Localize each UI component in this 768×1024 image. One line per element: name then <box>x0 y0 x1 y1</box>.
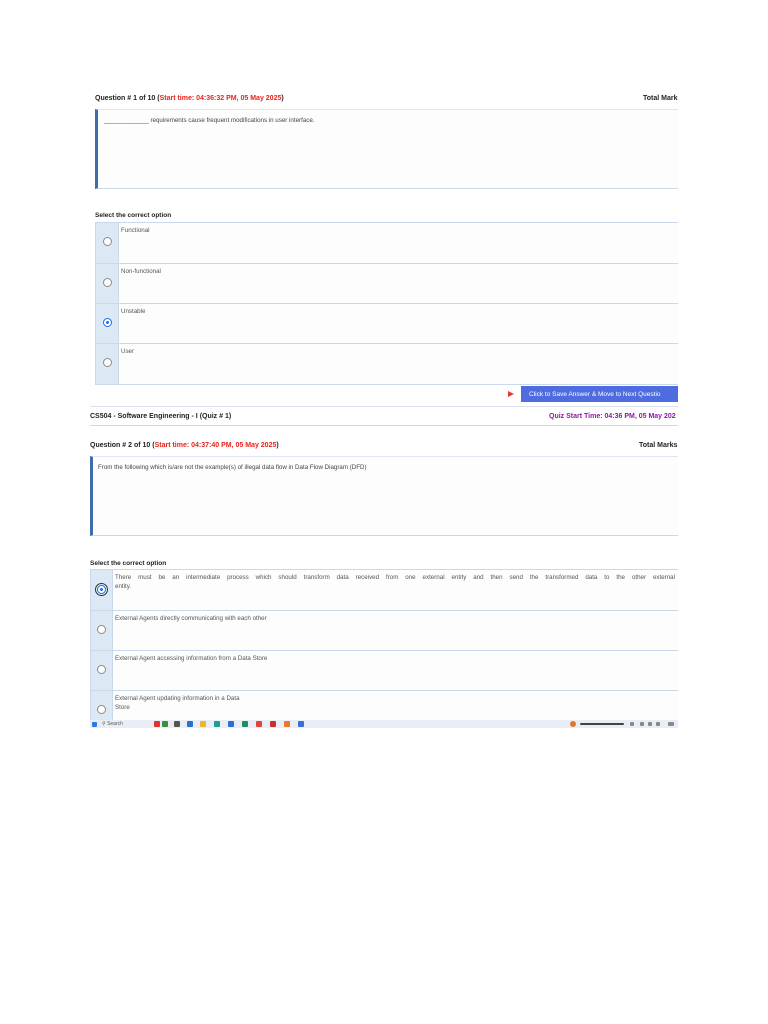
battery-icon[interactable] <box>656 722 660 726</box>
question-2-header: Question # 2 of 10 (Start time: 04:37:40… <box>90 442 279 449</box>
question-2-start-time: Start time: 04:37:40 PM, 05 May 2025 <box>154 442 277 449</box>
system-tray-bar <box>580 723 624 725</box>
q2-option-4-label: External Agent updating information in a… <box>115 694 240 712</box>
app-icon[interactable] <box>270 721 276 727</box>
question-2-select-label: Select the correct option <box>90 560 167 567</box>
q1-option-4-label: User <box>121 348 135 355</box>
app-icon[interactable] <box>284 721 290 727</box>
q1-option-row[interactable]: Non-functional <box>95 264 678 304</box>
q2-option-2-label-line1: External Agents directly communicating w… <box>115 615 267 622</box>
q2-option-1-label: There must be an intermediate process wh… <box>115 573 675 591</box>
quiz-screenshot: Question # 1 of 10 (Start time: 04:36:32… <box>0 0 768 1024</box>
q1-option-3-label: Unstable <box>121 308 146 315</box>
q2-option-row[interactable]: There must be an intermediate process wh… <box>90 570 678 611</box>
folder-icon[interactable] <box>200 721 206 727</box>
question-1-total-marks: Total Mark <box>643 95 678 102</box>
q2-option-2-radio-icon[interactable] <box>97 625 106 634</box>
q2-option-row[interactable]: External Agent accessing information fro… <box>90 651 678 691</box>
q1-option-row[interactable]: Functional <box>95 223 678 264</box>
q1-option-row[interactable]: Unstable <box>95 304 678 344</box>
app-icon[interactable] <box>256 721 262 727</box>
taskbar: ⚲ Search <box>90 720 678 728</box>
q2-option-3-radio-icon[interactable] <box>97 665 106 674</box>
q2-option-row[interactable]: External Agent updating information in a… <box>90 691 678 721</box>
weather-icon[interactable] <box>570 721 576 727</box>
taskbar-search[interactable]: ⚲ Search <box>102 720 123 728</box>
search-icon: ⚲ <box>102 721 106 727</box>
q2-option-row[interactable]: External Agents directly communicating w… <box>90 611 678 651</box>
app-icon[interactable] <box>187 721 193 727</box>
q2-option-4-label-line1: External Agent updating information in a… <box>115 695 240 702</box>
q1-option-2-label: Non-functional <box>121 268 161 275</box>
question-2-number: Question # 2 of 10 ( <box>90 442 155 449</box>
app-icon[interactable] <box>154 721 160 727</box>
q1-option-3-radio-icon[interactable] <box>103 318 112 327</box>
question-1-text-box: _____________ requirements cause frequen… <box>95 109 678 189</box>
q1-option-4-radio-icon[interactable] <box>103 358 112 367</box>
q1-radio-cell <box>95 304 119 343</box>
q1-option-2-radio-icon[interactable] <box>103 278 112 287</box>
question-2-header-close: ) <box>276 442 279 449</box>
app-icon[interactable] <box>228 721 234 727</box>
volume-icon[interactable] <box>648 722 652 726</box>
question-2-text-box: From the following which is/are not the … <box>90 456 678 536</box>
question-1-text: _____________ requirements cause frequen… <box>104 117 315 124</box>
q2-option-1-radio-icon[interactable] <box>95 583 108 596</box>
wifi-icon[interactable] <box>640 722 644 726</box>
play-arrow-icon <box>508 391 514 397</box>
q2-radio-cell <box>90 611 113 650</box>
app-icon[interactable] <box>214 721 220 727</box>
app-icon[interactable] <box>298 721 304 727</box>
app-icon[interactable] <box>174 721 180 727</box>
question-1-select-label: Select the correct option <box>95 212 172 219</box>
q2-radio-cell <box>90 651 113 690</box>
taskbar-search-placeholder: Search <box>107 721 123 727</box>
app-icon[interactable] <box>162 721 168 727</box>
q2-option-1-label-line2: entity. <box>115 583 132 590</box>
q1-option-1-radio-icon[interactable] <box>103 237 112 246</box>
question-1-start-time: Start time: 04:36:32 PM, 05 May 2025 <box>159 95 282 102</box>
q2-option-4-radio-icon[interactable] <box>97 705 106 714</box>
q2-option-2-label: External Agents directly communicating w… <box>115 614 267 623</box>
question-2-options: There must be an intermediate process wh… <box>90 569 678 721</box>
q2-option-3-label: External Agent accessing information fro… <box>115 654 267 663</box>
tray-icon[interactable] <box>630 722 634 726</box>
divider <box>90 425 678 426</box>
question-2-total-marks: Total Marks <box>639 442 678 449</box>
question-2-text: From the following which is/are not the … <box>98 464 367 471</box>
q2-option-4-label-line2: Store <box>115 704 130 711</box>
q2-option-3-label-line1: External Agent accessing information fro… <box>115 655 268 662</box>
save-and-next-button[interactable]: Click to Save Answer & Move to Next Ques… <box>521 386 678 402</box>
q2-option-1-label-line1: There must be an intermediate process wh… <box>115 574 675 581</box>
question-1-header-close: ) <box>281 95 284 102</box>
question-1-header: Question # 1 of 10 (Start time: 04:36:32… <box>95 95 284 102</box>
clock-icon[interactable] <box>668 722 674 726</box>
windows-start-icon[interactable] <box>92 721 97 727</box>
q2-radio-cell <box>90 691 113 721</box>
q1-option-1-label: Functional <box>121 227 150 234</box>
question-1-options: Functional Non-functional Unstable User <box>95 222 678 385</box>
q1-radio-cell <box>95 264 119 303</box>
q1-radio-cell <box>95 223 119 263</box>
q1-option-row[interactable]: User <box>95 344 678 385</box>
q1-radio-cell <box>95 344 119 384</box>
quiz-start-time: Quiz Start Time: 04:36 PM, 05 May 202 <box>549 413 676 420</box>
q2-radio-cell <box>90 570 113 610</box>
divider <box>90 406 678 407</box>
quiz-title: CS504 - Software Engineering - I (Quiz #… <box>90 413 232 420</box>
app-icon[interactable] <box>242 721 248 727</box>
question-1-number: Question # 1 of 10 ( <box>95 95 160 102</box>
